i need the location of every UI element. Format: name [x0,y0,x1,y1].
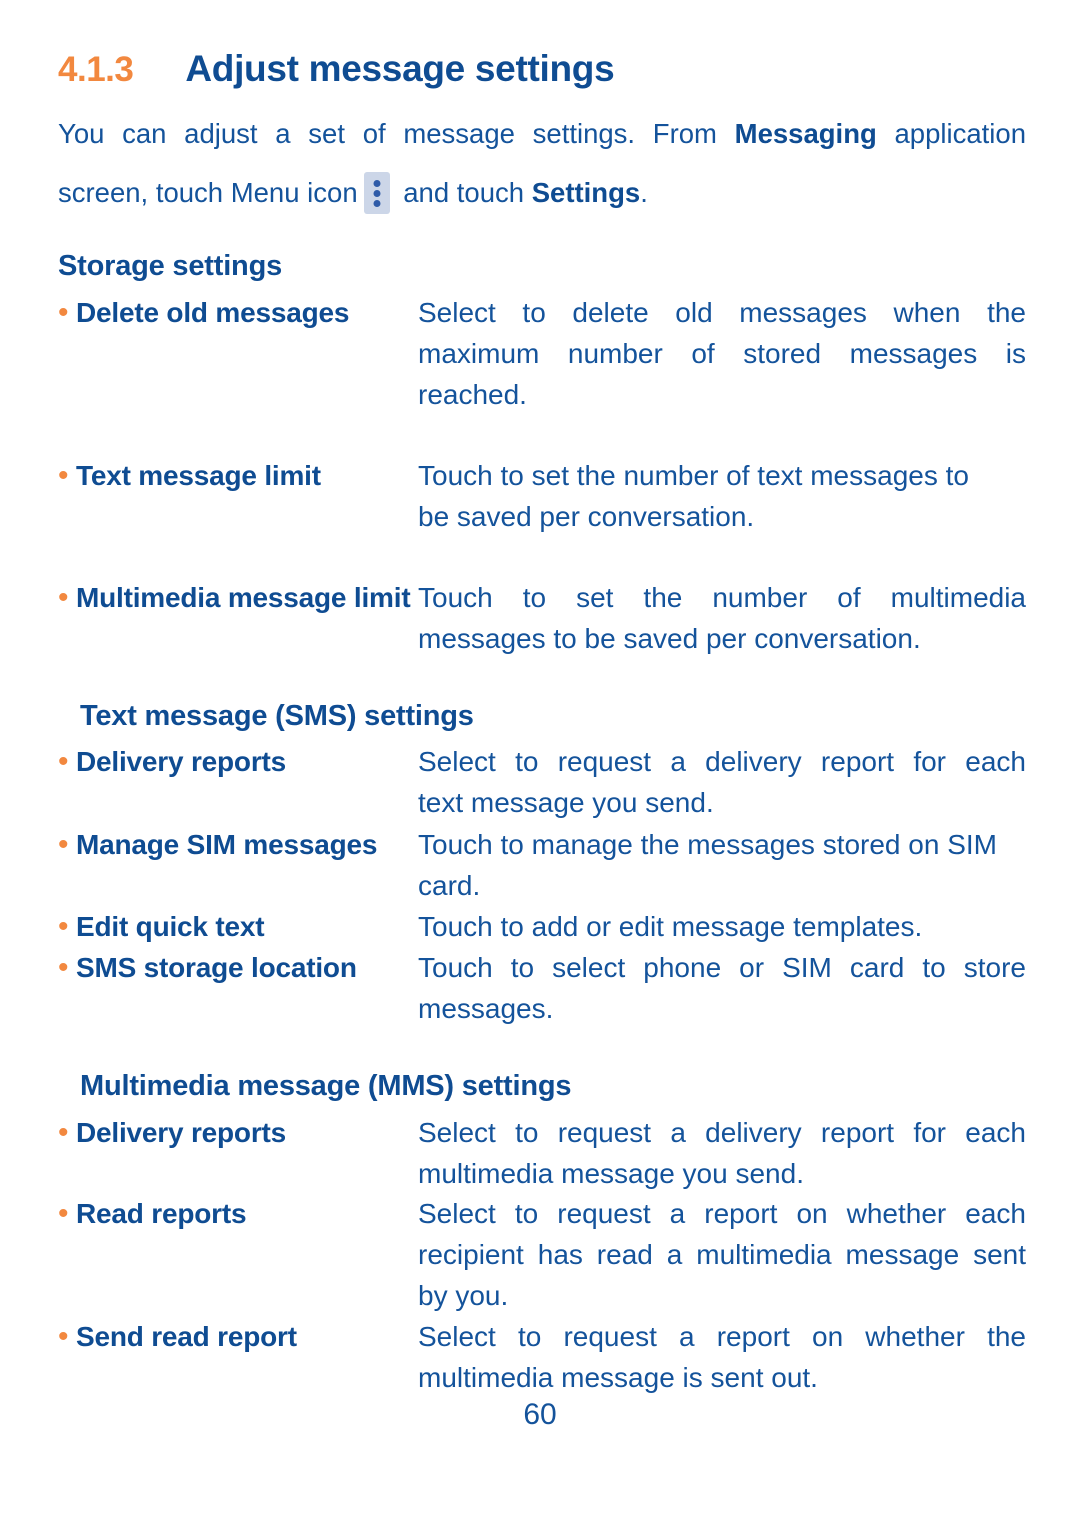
setting-term: Edit quick text [76,906,418,947]
kebab-menu-icon [363,172,390,214]
page-number: 60 [523,1398,557,1431]
desc-line: text message you send. [418,787,714,818]
desc-line: messages to be saved per conversation. [418,623,921,654]
setting-row-delete-old-messages: • Delete old messages Select to delete o… [58,292,1026,415]
term-line: Delivery reports [76,746,287,777]
intro-line-1: You can adjust a set of message settings… [58,104,1026,163]
bullet-icon: • [58,581,69,614]
page-title: Adjust message settings [185,48,615,89]
setting-description: Touch to set the number of multimedia me… [418,577,1026,659]
desc-line: Touch to set the number of text messages… [418,460,969,491]
term-line: messages [215,297,350,328]
term-line: message limit [227,582,411,613]
setting-term: Delivery reports [76,1112,418,1153]
desc-line: multimedia message you send. [418,1158,804,1189]
setting-description: Touch to select phone or SIM card to sto… [418,947,1026,1029]
setting-term: Delete old messages [76,292,418,333]
setting-description: Touch to manage the messages stored on S… [418,824,1026,906]
intro-text-c: application [876,118,1027,149]
setting-row-send-read-report: • Send read report Select to request a r… [58,1316,1026,1398]
menu-dot-top [373,180,381,187]
setting-description: Select to request a delivery report for … [418,741,1026,823]
desc-line: multimedia message is sent out. [418,1362,818,1393]
desc-line: Touch to set the number of multimedia [418,582,1026,613]
setting-description: Touch to add or edit message templates. [418,906,1026,947]
setting-description: Touch to set the number of text messages… [418,455,1026,537]
term-line: Send read report [76,1321,297,1352]
setting-row-edit-quick-text: • Edit quick text Touch to add or edit m… [58,906,1026,947]
bullet-icon: • [58,910,69,943]
term-line: Manage SIM [76,829,236,860]
desc-line: Touch to manage the messages stored on S… [418,829,997,860]
bullet-icon: • [58,459,69,492]
desc-line: be saved per conversation. [418,501,755,532]
page-heading: 4.1.3 Adjust message settings [58,48,1028,90]
bullet-icon: • [58,745,69,778]
intro-app-name: Messaging [734,118,877,149]
intro-text-e: and touch [395,177,532,208]
setting-description: Select to request a delivery report for … [418,1112,1026,1194]
desc-line: card. [418,870,481,901]
setting-term: Delivery reports [76,741,418,782]
term-line: Text message limit [76,460,321,491]
desc-line: Select to request a report on whether th… [418,1321,1026,1352]
setting-row-manage-sim-messages: • Manage SIM messages Touch to manage th… [58,824,1026,906]
setting-term: Send read report [76,1316,418,1357]
desc-line: Select to request a delivery report for … [418,1117,1026,1148]
intro-text-f: . [640,177,648,208]
term-line: Delivery reports [76,1117,287,1148]
term-line: Delete old [76,297,208,328]
heading-section-number: 4.1.3 [58,50,134,89]
intro-line-2: screen, touch Menu icon and touch Settin… [58,163,1026,222]
setting-description: Select to delete old messages when the m… [418,292,1026,415]
desc-line: maximum number of stored messages is [418,338,1026,369]
desc-line: messages. [418,993,554,1024]
setting-description: Select to request a report on whether th… [418,1316,1026,1398]
bullet-icon: • [58,296,69,329]
term-line: Edit quick text [76,911,265,942]
term-line: Multimedia [76,582,221,613]
bullet-icon: • [58,828,69,861]
term-line: location [251,952,357,983]
setting-term: Manage SIM messages [76,824,418,865]
desc-line: recipient has read a multimedia message … [418,1239,1026,1270]
term-line: SMS storage [76,952,244,983]
setting-term: Text message limit [76,455,418,496]
desc-line: Select to request a report on whether ea… [418,1198,1026,1229]
bullet-icon: • [58,951,69,984]
intro-text-d: screen, touch Menu icon [58,177,358,208]
setting-row-text-message-limit: • Text message limit Touch to set the nu… [58,455,1026,537]
menu-dot-bottom [373,200,381,207]
section-heading-storage-settings: Storage settings [58,250,283,282]
section-heading-sms-settings: Text message (SMS) settings [80,700,474,732]
setting-row-mms-delivery-reports: • Delivery reports Select to request a d… [58,1112,1026,1194]
desc-line: Select to delete old messages when the [418,297,1026,328]
term-line: messages [243,829,378,860]
setting-row-sms-storage-location: • SMS storage location Touch to select p… [58,947,1026,1029]
desc-line: Select to request a delivery report for … [418,746,1026,777]
bullet-icon: • [58,1197,69,1230]
intro-paragraph: You can adjust a set of message settings… [58,104,1026,222]
desc-line: reached. [418,379,527,410]
setting-term: Multimedia message limit [76,577,418,618]
desc-line: by you. [418,1280,509,1311]
setting-row-multimedia-message-limit: • Multimedia message limit Touch to set … [58,577,1026,659]
desc-line: Touch to select phone or SIM card to sto… [418,952,1026,983]
setting-term: SMS storage location [76,947,418,988]
document-page: 4.1.3 Adjust message settings You can ad… [0,0,1080,1535]
bullet-icon: • [58,1320,69,1353]
setting-row-sms-delivery-reports: • Delivery reports Select to request a d… [58,741,1026,823]
desc-line: Touch to add or edit message templates. [418,911,923,942]
setting-row-read-reports: • Read reports Select to request a repor… [58,1193,1026,1316]
section-heading-mms-settings: Multimedia message (MMS) settings [80,1070,572,1102]
bullet-icon: • [58,1116,69,1149]
intro-settings-label: Settings [531,177,641,208]
menu-dot-middle [373,190,381,197]
intro-text-a: You can adjust a set of message settings… [58,118,735,149]
setting-term: Read reports [76,1193,418,1234]
term-line: Read reports [76,1198,247,1229]
setting-description: Select to request a report on whether ea… [418,1193,1026,1316]
